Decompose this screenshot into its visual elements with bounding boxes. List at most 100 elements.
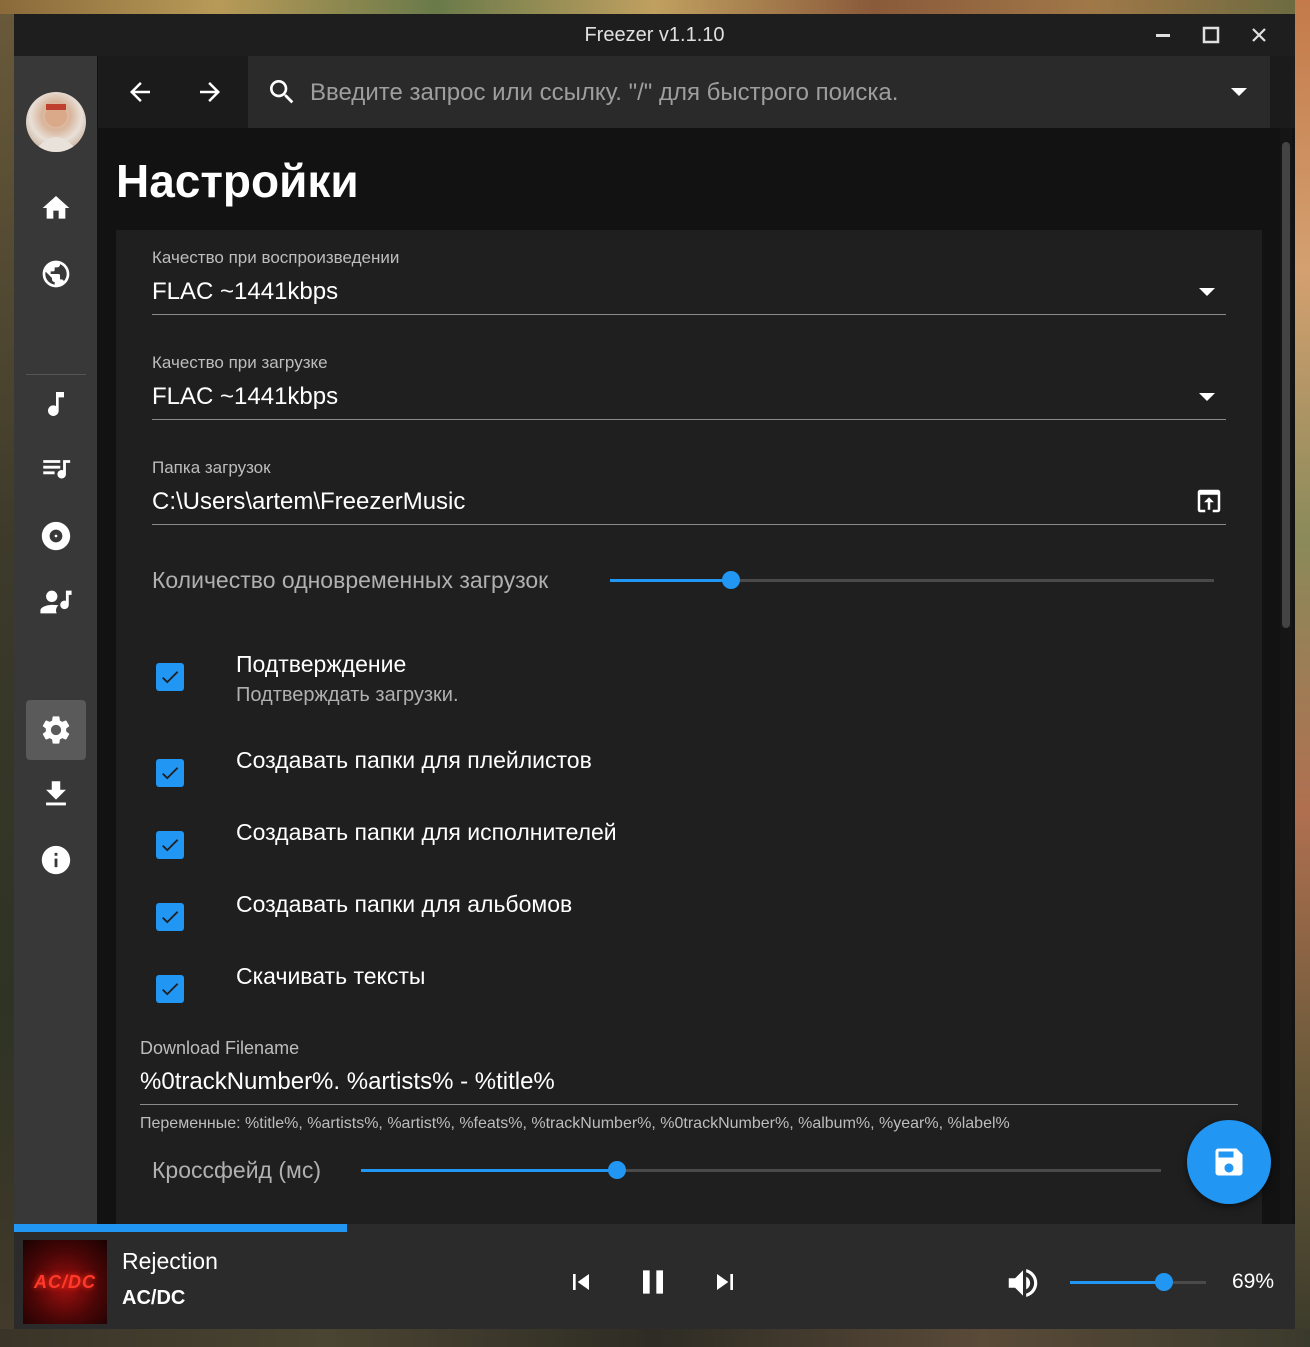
slider-fill <box>1070 1281 1164 1284</box>
download-folder-value: C:\Users\artem\FreezerMusic <box>152 488 466 515</box>
sidebar-item-artists[interactable] <box>26 572 86 632</box>
track-title[interactable]: Rejection <box>122 1248 218 1275</box>
close-icon <box>1252 28 1266 42</box>
download-lyrics-title: Скачивать тексты <box>236 963 426 989</box>
globe-icon <box>42 260 70 288</box>
download-quality-select[interactable]: Качество при загрузке FLAC ~1441kbps <box>152 353 1226 420</box>
album-cover[interactable]: AC/DC <box>23 1240 107 1324</box>
sidebar <box>14 56 97 1224</box>
info-icon <box>41 845 71 875</box>
album-folders-title: Создавать папки для альбомов <box>236 891 573 917</box>
download-filename-label: Download Filename <box>140 1038 300 1058</box>
top-bar <box>98 56 1295 128</box>
volume-slider[interactable] <box>1070 1273 1206 1291</box>
slider-knob[interactable] <box>1154 1273 1173 1291</box>
artist-folders-title: Создавать папки для исполнителей <box>236 819 617 845</box>
album-cover-logo: AC/DC <box>34 1271 96 1292</box>
avatar[interactable] <box>26 92 86 152</box>
pause-button[interactable] <box>631 1260 675 1304</box>
skip-next-icon <box>717 1274 733 1290</box>
pause-icon <box>643 1270 663 1294</box>
settings-panel: Качество при воспроизведении FLAC ~1441k… <box>116 230 1262 1230</box>
arrow-left-icon <box>130 82 150 102</box>
playlist-icon <box>43 460 71 479</box>
sidebar-item-downloads[interactable] <box>26 764 86 824</box>
check-icon <box>162 671 179 684</box>
chevron-down-icon <box>1199 288 1215 296</box>
arrow-right-icon <box>200 82 220 102</box>
search-icon <box>270 80 294 104</box>
playback-progress-fill <box>14 1224 348 1232</box>
playlist-folders-title: Создавать папки для плейлистов <box>236 747 592 773</box>
settings-icon <box>42 716 70 744</box>
desktop-wallpaper-right <box>1295 0 1310 1347</box>
crossfade-slider[interactable] <box>361 1161 1161 1179</box>
download-filename-underline <box>140 1104 1238 1105</box>
slider-fill <box>361 1169 617 1172</box>
music-note-icon <box>48 392 64 416</box>
track-artist[interactable]: AC/DC <box>122 1287 185 1310</box>
confirm-downloads-title: Подтверждение <box>236 651 407 677</box>
avatar-image <box>34 104 78 152</box>
scrollbar[interactable] <box>1280 128 1292 1224</box>
sidebar-item-about[interactable] <box>26 830 86 890</box>
confirm-downloads-checkbox[interactable] <box>156 663 184 691</box>
check-icon <box>162 839 179 852</box>
search-bar <box>248 56 1270 128</box>
check-icon <box>162 767 179 780</box>
maximize-button[interactable] <box>1194 20 1228 50</box>
sidebar-item-tracks[interactable] <box>26 374 86 434</box>
scrollbar-thumb[interactable] <box>1282 142 1290 628</box>
slider-knob[interactable] <box>721 571 740 589</box>
save-button[interactable] <box>1187 1120 1271 1204</box>
desktop-wallpaper-top <box>0 0 1310 14</box>
crossfade-label: Кроссфейд (мс) <box>152 1157 321 1183</box>
download-icon <box>46 781 66 806</box>
sidebar-item-playlists[interactable] <box>26 440 86 500</box>
previous-button[interactable] <box>559 1260 603 1304</box>
next-button[interactable] <box>703 1260 747 1304</box>
download-folder-field[interactable]: Папка загрузок C:\Users\artem\FreezerMus… <box>152 458 1226 525</box>
playback-progress[interactable] <box>14 1224 1295 1232</box>
download-quality-label: Качество при загрузке <box>152 353 328 372</box>
download-folder-label: Папка загрузок <box>152 458 271 477</box>
check-icon <box>162 911 179 924</box>
folder-open-icon[interactable] <box>1194 486 1224 516</box>
maximize-icon <box>1202 26 1220 44</box>
download-filename-hint: Переменные: %title%, %artists%, %artist%… <box>140 1115 1010 1132</box>
album-folders-checkbox[interactable] <box>156 903 184 931</box>
artist-folders-checkbox[interactable] <box>156 831 184 859</box>
sidebar-item-home[interactable] <box>26 178 86 238</box>
page-title: Настройки <box>116 155 359 207</box>
volume-percent: 69% <box>1232 1270 1275 1293</box>
sidebar-item-settings[interactable] <box>26 700 86 760</box>
concurrent-downloads-slider[interactable] <box>610 571 1214 589</box>
concurrent-downloads-label: Количество одновременных загрузок <box>152 567 549 593</box>
slider-fill <box>610 579 731 582</box>
title-bar: Freezer v1.1.10 <box>14 14 1295 56</box>
playback-quality-label: Качество при воспроизведении <box>152 248 400 267</box>
sidebar-item-explore[interactable] <box>26 244 86 304</box>
album-icon <box>41 521 71 551</box>
close-button[interactable] <box>1242 20 1276 50</box>
minimize-button[interactable] <box>1146 20 1180 50</box>
search-input[interactable] <box>308 74 1192 112</box>
back-button[interactable] <box>120 72 160 112</box>
minimize-icon <box>1156 34 1170 37</box>
download-lyrics-checkbox[interactable] <box>156 975 184 1003</box>
artist-icon <box>40 590 72 614</box>
forward-button[interactable] <box>190 72 230 112</box>
playback-quality-select[interactable]: Качество при воспроизведении FLAC ~1441k… <box>152 248 1226 315</box>
window-title: Freezer v1.1.10 <box>584 24 725 46</box>
skip-previous-icon <box>573 1274 589 1290</box>
download-filename-input[interactable]: %0trackNumber%. %artists% - %title% <box>140 1068 555 1096</box>
playlist-folders-checkbox[interactable] <box>156 759 184 787</box>
slider-knob[interactable] <box>608 1161 626 1179</box>
sidebar-item-albums[interactable] <box>26 506 86 566</box>
app-window: Freezer v1.1.10 Введите запрос или ссылк… <box>14 14 1295 1329</box>
desktop-wallpaper-bottom <box>0 1329 1310 1347</box>
download-quality-value: FLAC ~1441kbps <box>152 383 339 410</box>
chevron-down-icon <box>1199 393 1215 401</box>
volume-icon[interactable] <box>1004 1264 1042 1302</box>
home-icon <box>42 196 70 219</box>
